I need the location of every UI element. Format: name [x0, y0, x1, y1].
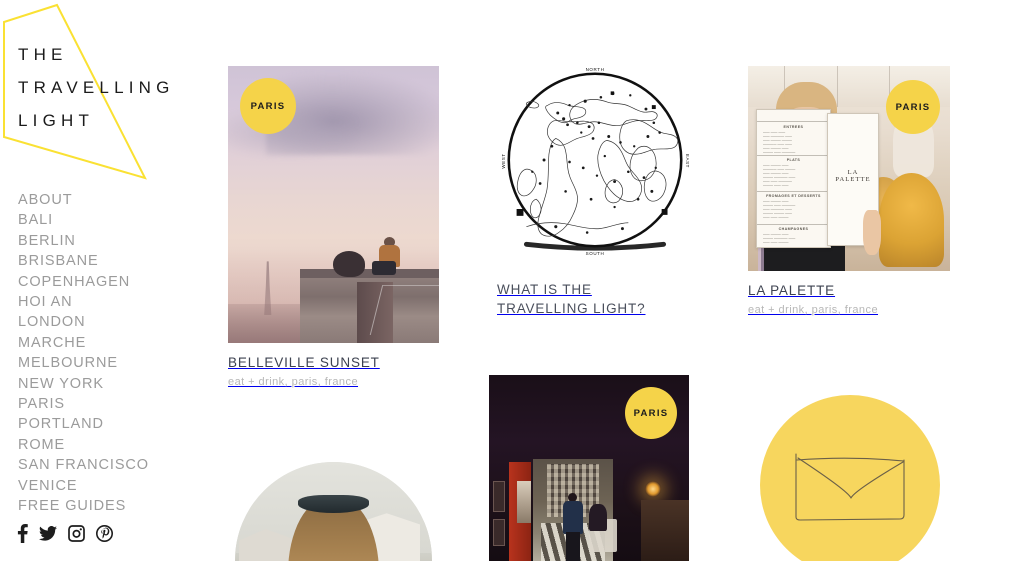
facebook-glyph	[17, 524, 28, 543]
social-links	[17, 524, 113, 548]
seated-person	[372, 236, 403, 277]
seated-person-shape	[589, 504, 607, 531]
sidebar-item-venice[interactable]: VENICE	[18, 476, 208, 496]
menu-section: PLATS —— ——— —— ———— —— ——— —— ——— —— ——— —…	[763, 158, 824, 188]
card-what-is-travelling-light[interactable]: NORTH SOUTH EAST WEST WHAT IS THE TRAVEL…	[497, 62, 693, 318]
bush-shape	[333, 250, 366, 277]
sidebar-item-new-york[interactable]: NEW YORK	[18, 374, 208, 394]
sidebar-item-portland[interactable]: PORTLAND	[18, 414, 208, 434]
menu-left-page: ENTREES —— —— —— —— ———— —— —— ——— ——— ————…	[756, 109, 831, 249]
walking-person	[563, 493, 583, 561]
sidebar-item-london[interactable]: LONDON	[18, 312, 208, 332]
picture-frame	[493, 481, 505, 512]
pinterest-icon[interactable]	[96, 525, 113, 547]
logo-line-2: TRAVELLING	[18, 78, 175, 97]
card-title: LA PALETTE	[748, 283, 836, 298]
menu-section-heading: CHAMPAGNES	[778, 226, 809, 231]
card-circular-photo[interactable]	[235, 462, 432, 561]
pinterest-glyph	[96, 525, 113, 542]
menu-section-heading: PLATS	[786, 158, 801, 163]
card-subtitle: eat + drink, paris, france	[228, 376, 359, 388]
circular-photo	[235, 462, 432, 561]
card-title: BELLEVILLE SUNSET	[228, 355, 380, 370]
person-body	[563, 501, 583, 535]
la-palette-photo: ENTREES —— —— —— —— ———— —— —— ——— ——— ————…	[748, 66, 950, 271]
sidebar-item-melbourne[interactable]: MELBOURNE	[18, 353, 208, 373]
svg-text:EAST: EAST	[685, 154, 690, 168]
twitter-icon[interactable]	[39, 526, 57, 546]
menu-section: ENTREES —— —— —— —— ———— —— —— ——— ——— ————…	[763, 125, 824, 152]
sidebar-item-san-francisco[interactable]: SAN FRANCISCO	[18, 455, 208, 475]
about-link-title: WHAT IS THE TRAVELLING LIGHT?	[497, 282, 646, 316]
poster-shape	[517, 481, 531, 524]
newsletter-circle	[760, 395, 940, 561]
badge-paris: PARIS	[886, 80, 940, 134]
bar-counter	[641, 500, 689, 561]
sidebar-item-berlin[interactable]: BERLIN	[18, 231, 208, 251]
world-map-svg: NORTH SOUTH EAST WEST	[501, 67, 690, 256]
bar-photo: PARIS	[489, 375, 689, 561]
sidebar-item-free-guides[interactable]: FREE GUIDES	[18, 496, 208, 516]
instagram-icon[interactable]	[68, 525, 85, 547]
badge-paris: PARIS	[240, 78, 296, 134]
sidebar-item-marche[interactable]: MARCHE	[18, 333, 208, 353]
sidebar-item-hoi-an[interactable]: HOI AN	[18, 292, 208, 312]
person-legs	[372, 260, 397, 275]
sidebar-item-brisbane[interactable]: BRISBANE	[18, 251, 208, 271]
logo-line-3: LIGHT	[18, 111, 95, 130]
menu-section: FROMAGES ET DESSERTS —— ——— —— ——— —— ———…	[763, 194, 824, 221]
warm-lamp-glow	[645, 481, 661, 498]
menu-lines: —— —— —— —— ———— —— —— ——— ——— ———— —— —— ——…	[762, 130, 796, 153]
twitter-glyph	[39, 526, 57, 541]
belleville-photo: PARIS	[228, 66, 439, 343]
hand-shape	[863, 209, 882, 255]
facebook-icon[interactable]	[17, 524, 28, 548]
instagram-glyph	[68, 525, 85, 542]
logo-line-1: THE	[18, 45, 68, 64]
svg-text:WEST: WEST	[501, 153, 506, 168]
menu-rule	[757, 224, 830, 226]
main-navigation: ABOUT BALI BERLIN BRISBANE COPENHAGEN HO…	[18, 190, 208, 517]
menu-section-heading: ENTREES	[783, 125, 804, 130]
card-bar-interior[interactable]: PARIS	[489, 375, 689, 561]
menu-cover-title: LA PALETTE	[835, 168, 871, 183]
card-subtitle: eat + drink, paris, france	[748, 304, 879, 316]
rattan-chair-front	[879, 172, 944, 267]
page-root: THE TRAVELLING LIGHT ABOUT BALI BERLIN B…	[0, 0, 1024, 561]
awning-seam	[836, 66, 838, 107]
menu-rule	[757, 121, 830, 123]
menu-rule	[757, 155, 830, 157]
menu-lines: —— ——— ————— ———— ———— —— —————— —— ————…	[762, 231, 796, 247]
sidebar-item-bali[interactable]: BALI	[18, 210, 208, 230]
menu-lines: —— ——— —— ———— —— ——— —— ——— —— ——— ———— ——…	[762, 163, 796, 188]
sidebar-item-about[interactable]: ABOUT	[18, 190, 208, 210]
sidebar-item-copenhagen[interactable]: COPENHAGEN	[18, 272, 208, 292]
site-logo[interactable]: THE TRAVELLING LIGHT	[0, 0, 215, 190]
svg-text:SOUTH: SOUTH	[586, 251, 605, 256]
picture-frame	[493, 519, 505, 546]
menu-section-heading: FROMAGES ET DESSERTS	[766, 193, 821, 198]
sidebar-item-rome[interactable]: ROME	[18, 435, 208, 455]
card-la-palette[interactable]: ENTREES —— —— —— —— ———— —— —— ——— ——— ————…	[748, 66, 950, 317]
envelope-icon	[795, 453, 905, 521]
person-legs	[566, 532, 580, 561]
card-belleville-sunset[interactable]: PARIS BELLEVILLE SUNSET eat + drink, par…	[228, 66, 439, 389]
railing-shape	[369, 284, 439, 335]
menu-section: CHAMPAGNES —— ——— —— ——— ———— —— —— —— ———…	[763, 227, 824, 246]
world-map-illustration: NORTH SOUTH EAST WEST	[497, 62, 693, 258]
sidebar-item-paris[interactable]: PARIS	[18, 394, 208, 414]
logo-text: THE TRAVELLING LIGHT	[18, 38, 213, 137]
svg-text:NORTH: NORTH	[586, 67, 605, 72]
rooftop-ledge-top	[299, 268, 439, 278]
sidebar: THE TRAVELLING LIGHT ABOUT BALI BERLIN B…	[0, 0, 215, 561]
newsletter-signup-button[interactable]	[760, 395, 940, 561]
menu-rule	[757, 191, 830, 193]
menu-lines: —— ——— —— ——— —— ———— —— ———— —— ——— ——— ——…	[762, 198, 796, 222]
badge-paris: PARIS	[625, 387, 677, 439]
